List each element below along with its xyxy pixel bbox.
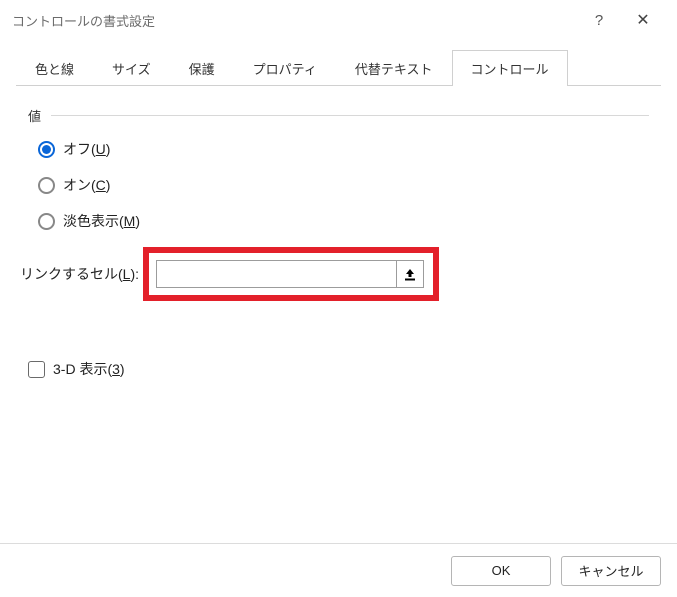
threed-checkbox[interactable] xyxy=(28,361,45,378)
value-group-header: 値 xyxy=(28,106,649,125)
close-button[interactable]: ✕ xyxy=(621,0,665,40)
collapse-icon xyxy=(404,267,416,281)
threed-checkbox-row[interactable]: 3-D 表示(3) xyxy=(28,359,649,379)
collapse-dialog-button[interactable] xyxy=(396,260,424,288)
radio-mixed[interactable]: 淡色表示(M) xyxy=(38,211,649,231)
linkcell-label: リンクするセル(L): xyxy=(20,264,139,284)
tab-colors-lines[interactable]: 色と線 xyxy=(16,50,93,86)
help-button[interactable]: ? xyxy=(577,0,621,40)
control-panel: 値 オフ(U) オン(C) 淡色表示(M) リンクするセル(L): xyxy=(0,86,677,379)
radio-on-indicator xyxy=(38,177,55,194)
tab-alt-text[interactable]: 代替テキスト xyxy=(336,50,452,86)
radio-off[interactable]: オフ(U) xyxy=(38,139,649,159)
linkcell-input[interactable] xyxy=(156,260,396,288)
value-group-label: 値 xyxy=(28,106,41,125)
tab-size[interactable]: サイズ xyxy=(93,50,170,86)
highlight-box xyxy=(143,247,439,301)
tab-control[interactable]: コントロール xyxy=(452,50,568,86)
close-icon: ✕ xyxy=(636,10,649,30)
tab-properties[interactable]: プロパティ xyxy=(234,50,336,86)
window-title: コントロールの書式設定 xyxy=(12,11,155,30)
ok-button[interactable]: OK xyxy=(451,556,551,586)
cancel-button[interactable]: キャンセル xyxy=(561,556,661,586)
radio-mixed-indicator xyxy=(38,213,55,230)
titlebar: コントロールの書式設定 ? ✕ xyxy=(0,0,677,40)
tab-protection[interactable]: 保護 xyxy=(170,50,234,86)
tabstrip: 色と線 サイズ 保護 プロパティ 代替テキスト コントロール xyxy=(16,50,661,86)
radio-on[interactable]: オン(C) xyxy=(38,175,649,195)
dialog-footer: OK キャンセル xyxy=(0,543,677,597)
radio-off-indicator xyxy=(38,141,55,158)
